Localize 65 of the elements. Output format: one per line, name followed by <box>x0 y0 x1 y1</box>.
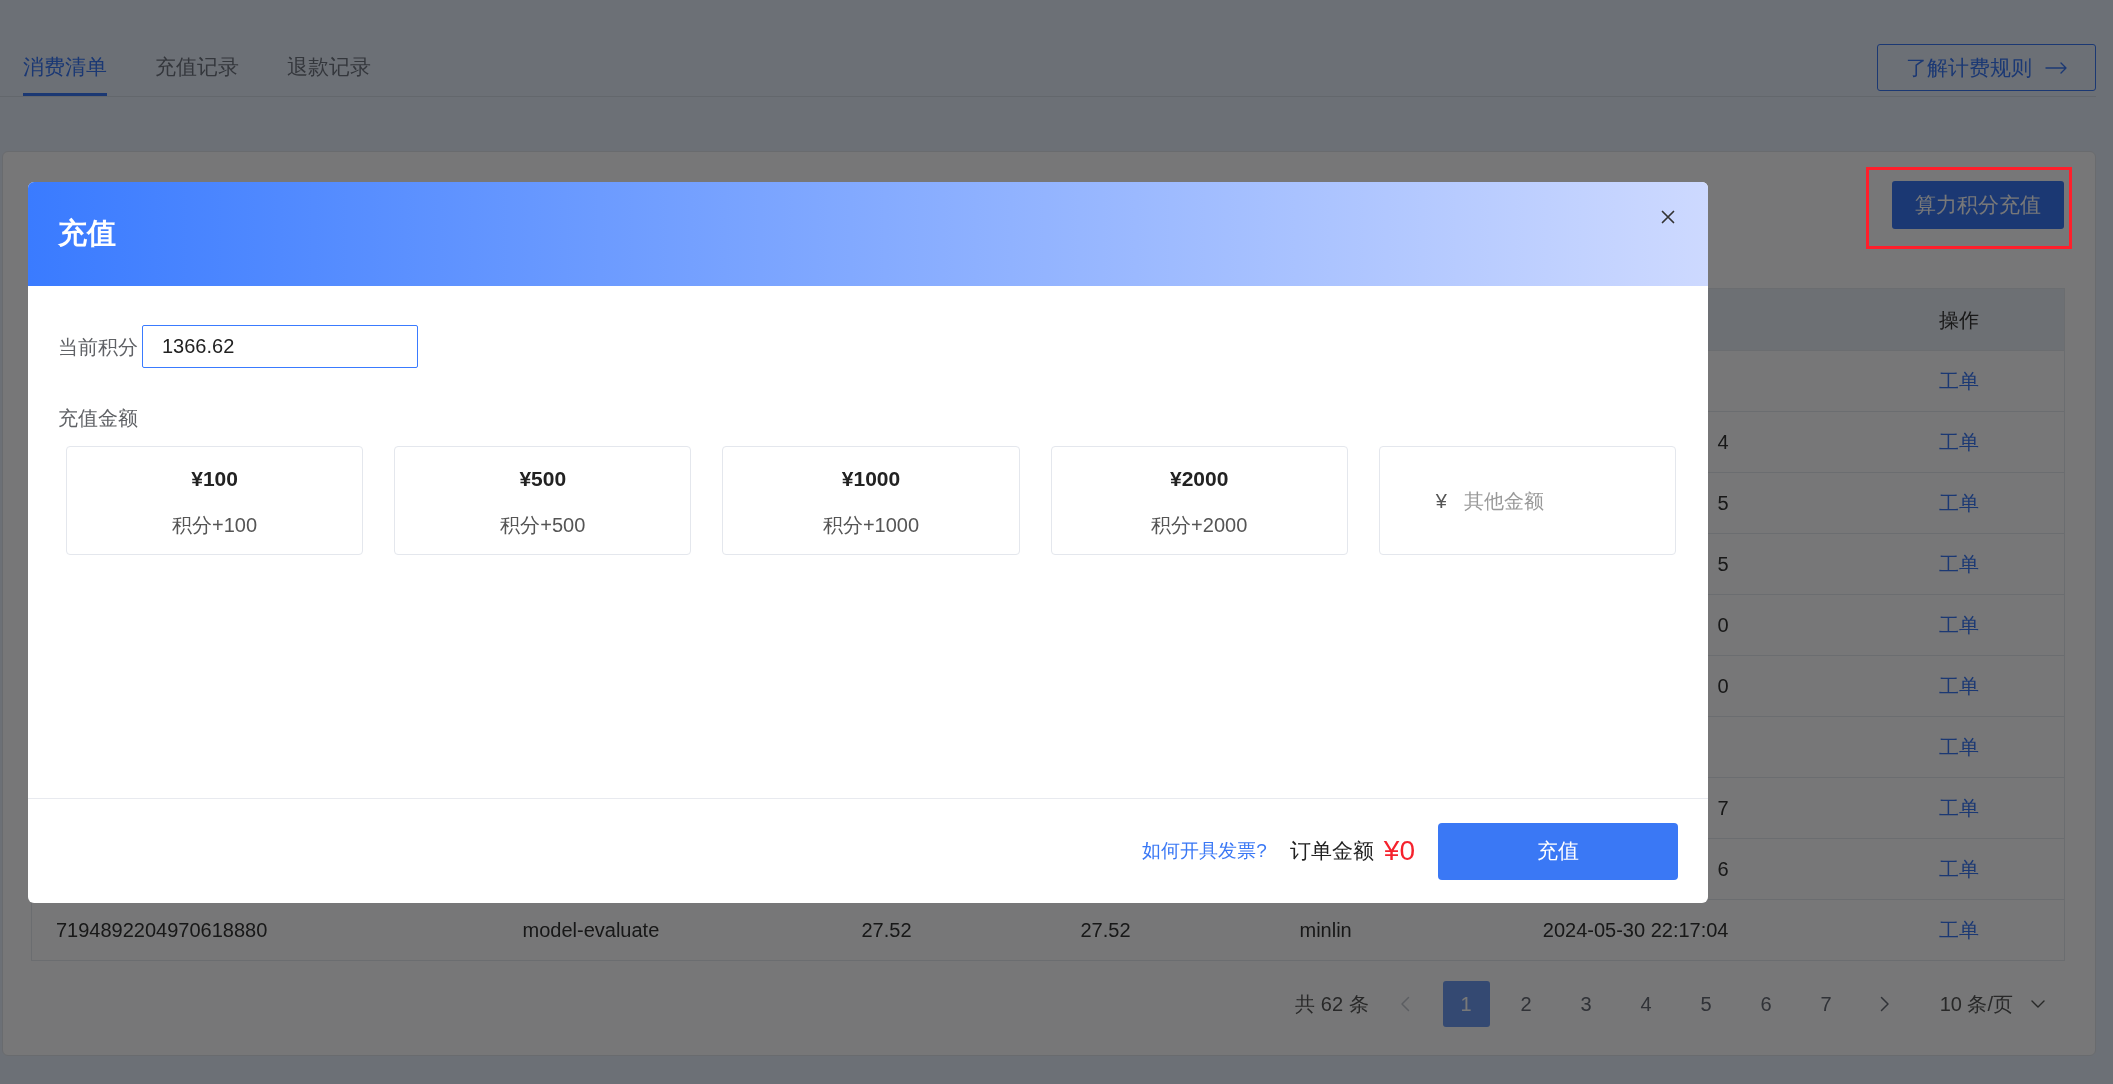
close-button[interactable] <box>1661 210 1675 224</box>
task-name: model-evaluate <box>522 919 660 941</box>
username: minlin <box>1299 919 1352 941</box>
amount-option-card[interactable]: ¥1000 积分+1000 <box>722 446 1020 555</box>
amount-option-card[interactable]: ¥100 积分+100 <box>66 446 364 555</box>
timestamp: 7 <box>1717 797 1729 819</box>
amount: 27.52 <box>1080 919 1131 941</box>
timestamp: 6 <box>1717 858 1729 880</box>
work-order-link[interactable]: 工单 <box>1938 736 1979 758</box>
page-button[interactable]: 6 <box>1742 981 1790 1027</box>
work-order-link[interactable]: 工单 <box>1938 858 1979 880</box>
work-order-link[interactable]: 工单 <box>1938 431 1979 453</box>
custom-amount-field[interactable]: 其他金额 <box>1463 485 1664 516</box>
page-button[interactable]: 1 <box>1442 981 1490 1027</box>
work-order-link[interactable]: 工单 <box>1938 614 1979 636</box>
option-price: ¥100 <box>190 467 239 491</box>
tab[interactable]: 退款记录 <box>287 54 371 96</box>
page-button[interactable]: 5 <box>1682 981 1730 1027</box>
option-points: 积分+100 <box>171 513 259 537</box>
points-field[interactable]: 1366.62 <box>142 325 418 368</box>
total-count: 共 62 条 <box>1295 992 1369 1017</box>
invoice-help-link[interactable]: 如何开具发票? <box>1142 836 1267 866</box>
amount-option-card[interactable]: ¥2000 积分+2000 <box>1050 446 1348 555</box>
work-order-link[interactable]: 工单 <box>1938 675 1979 697</box>
submit-button[interactable]: 充值 <box>1438 822 1678 880</box>
tab[interactable]: 充值记录 <box>155 54 239 96</box>
work-order-link[interactable]: 工单 <box>1938 797 1979 819</box>
option-points: 积分+1000 <box>821 513 921 537</box>
timestamp: 5 <box>1717 492 1729 514</box>
timestamp: 0 <box>1717 614 1729 636</box>
section-label: 充值金额 <box>58 406 139 430</box>
work-order-link[interactable]: 工单 <box>1938 370 1979 392</box>
page-size-select[interactable]: 10 条/页 <box>1939 989 2045 1019</box>
currency-symbol: ¥ <box>1435 488 1447 514</box>
option-price: ¥500 <box>518 467 568 491</box>
recharge-button[interactable]: 算力积分充值 <box>1892 181 2064 229</box>
billing-rules-button[interactable]: 了解计费规则 <box>1877 44 2096 91</box>
amount: 27.52 <box>861 919 912 941</box>
work-order-link[interactable]: 工单 <box>1938 553 1979 575</box>
page-button[interactable]: 7 <box>1802 981 1850 1027</box>
amount-option-card[interactable]: ¥500 积分+500 <box>394 446 692 555</box>
close-icon <box>1661 210 1675 224</box>
chevron-right-icon[interactable] <box>1879 996 1890 1012</box>
option-price: ¥1000 <box>840 467 902 491</box>
order-number: 7194892204970618880 <box>56 919 268 941</box>
timestamp: 0 <box>1717 675 1729 697</box>
work-order-link[interactable]: 工单 <box>1938 492 1979 514</box>
page-button[interactable]: 2 <box>1502 981 1550 1027</box>
order-amount: ¥0 <box>1383 834 1415 868</box>
column-header: 操作 <box>1938 308 1979 331</box>
timestamp: 5 <box>1717 553 1729 575</box>
option-points: 积分+500 <box>499 513 587 537</box>
chevron-down-icon <box>2031 1000 2045 1008</box>
dialog-title: 充值 <box>58 216 116 252</box>
option-price: ¥2000 <box>1169 467 1230 491</box>
arrow-right-icon <box>2045 61 2067 74</box>
option-points: 积分+2000 <box>1150 513 1249 537</box>
timestamp: 2024-05-30 22:17:04 <box>1542 919 1729 941</box>
tab[interactable]: 消费清单 <box>23 54 107 96</box>
page-button[interactable]: 4 <box>1622 981 1670 1027</box>
field-label: 当前积分 <box>58 334 138 360</box>
work-order-link[interactable]: 工单 <box>1938 919 1979 941</box>
timestamp: 4 <box>1717 431 1729 453</box>
order-amount-label: 订单金额 <box>1289 838 1374 865</box>
page-button[interactable]: 3 <box>1562 981 1610 1027</box>
